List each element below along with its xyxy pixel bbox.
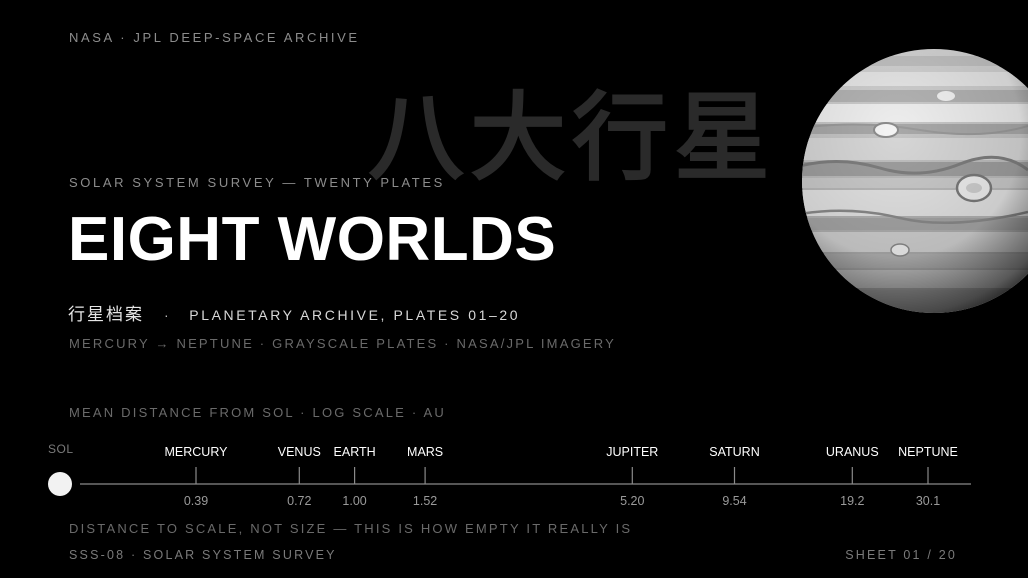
subtitle-en: PLANETARY ARCHIVE, PLATES 01–20 [189,307,521,323]
subtitle-cn: 行星档案 [68,305,144,325]
planet-name-earth: EARTH [334,445,376,459]
planet-name-jupiter: JUPITER [606,445,658,459]
planet-name-uranus: URANUS [826,445,879,459]
distance-scale: SOL MERCURY 0.39 VENUS 0.72 EARTH 1.00 MARS 1.5… [48,442,971,508]
planet-name-venus: VENUS [278,445,321,459]
description-line: MERCURY → NEPTUNE · GRAYSCALE PLATES · N… [69,336,616,351]
planet-distance-mercury: 0.39 [184,494,208,508]
planet-distance-venus: 0.72 [287,494,311,508]
footer-series-label: SSS-08 · SOLAR SYSTEM SURVEY [69,548,337,562]
planet-name-neptune: NEPTUNE [898,445,958,459]
planet-distance-uranus: 19.2 [840,494,864,508]
planet-marks: MERCURY 0.39 VENUS 0.72 EARTH 1.00 MARS 1.52 JUP… [165,445,958,508]
survey-kicker: SOLAR SYSTEM SURVEY — TWENTY PLATES [69,175,445,190]
planet-name-saturn: SATURN [709,445,759,459]
page-title: EIGHT WORLDS [68,205,557,274]
planet-shadow [802,49,1028,313]
sun-icon [48,472,72,496]
subtitle-separator: · [164,307,172,323]
planet-distance-saturn: 9.54 [722,494,746,508]
planet-name-mercury: MERCURY [165,445,229,459]
sun-label: SOL [48,442,74,456]
jupiter-planet-icon [802,49,1028,313]
scale-footnote: DISTANCE TO SCALE, NOT SIZE — THIS IS HO… [69,521,633,536]
planet-distance-jupiter: 5.20 [620,494,644,508]
scale-label: MEAN DISTANCE FROM SOL · LOG SCALE · AU [69,405,446,420]
archive-kicker: NASA · JPL DEEP-SPACE ARCHIVE [69,30,360,45]
planet-distance-mars: 1.52 [413,494,437,508]
subtitle-row: 行星档案 · PLANETARY ARCHIVE, PLATES 01–20 [68,300,520,325]
planet-distance-earth: 1.00 [342,494,366,508]
planet-name-mars: MARS [407,445,443,459]
planet-distance-neptune: 30.1 [916,494,940,508]
sheet-number: SHEET 01 / 20 [845,548,957,562]
